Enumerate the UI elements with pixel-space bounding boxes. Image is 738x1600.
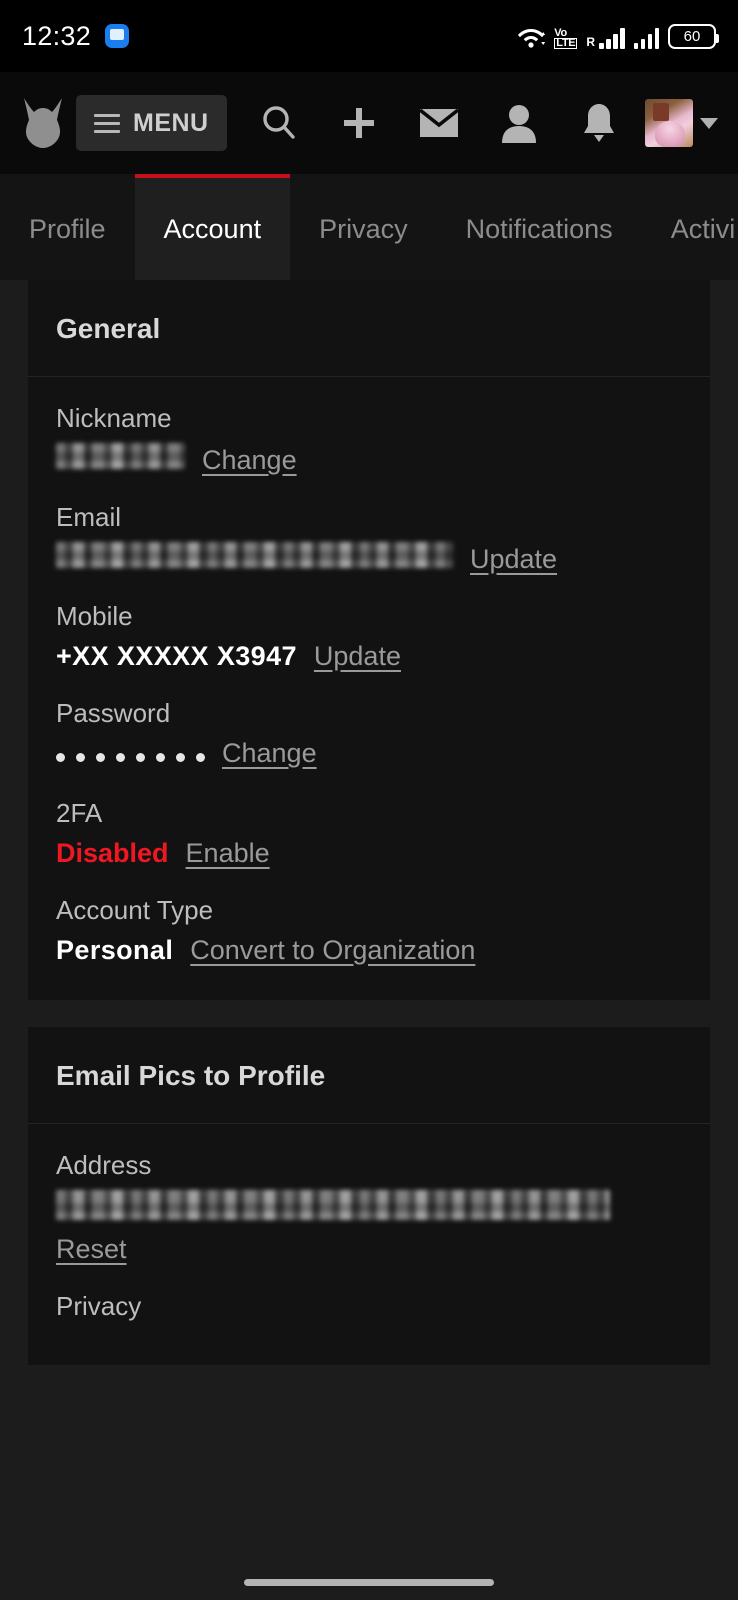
wifi-icon <box>517 25 546 49</box>
account-type-label: Account Type <box>56 894 214 925</box>
general-card-body: Nickname Change Email Update Mobile +XX … <box>28 377 710 1000</box>
tab-account[interactable]: Account <box>134 174 291 280</box>
row-password: Password Change <box>56 698 682 772</box>
row-address: Address Reset <box>56 1150 682 1265</box>
account-menu[interactable] <box>645 99 718 147</box>
row-mobile: Mobile +XX XXXXX X3947 Update <box>56 601 682 672</box>
email-pics-card-body: Address Reset Privacy <box>28 1124 710 1365</box>
row-nickname: Nickname Change <box>56 403 682 476</box>
email-label: Email <box>56 502 122 532</box>
menu-button-label: MENU <box>133 108 209 137</box>
volte-line-1: Vo <box>554 26 567 39</box>
gesture-bar[interactable] <box>244 1579 494 1586</box>
general-card-title: General <box>56 313 161 344</box>
convert-to-organization-link[interactable]: Convert to Organization <box>190 935 475 966</box>
settings-content: General Nickname Change Email Update Mob… <box>0 280 738 1600</box>
general-card: General Nickname Change Email Update Mob… <box>28 280 710 1000</box>
address-value-redacted <box>56 1189 610 1220</box>
search-icon[interactable] <box>239 93 319 153</box>
password-change-link[interactable]: Change <box>222 738 317 769</box>
battery-icon: 60 <box>668 23 719 49</box>
email-pics-card-title: Email Pics to Profile <box>56 1059 326 1091</box>
email-update-link[interactable]: Update <box>470 544 557 575</box>
battery-level: 60 <box>683 27 701 45</box>
nickname-change-link[interactable]: Change <box>202 445 297 476</box>
twofa-status-badge: Disabled <box>56 837 169 868</box>
mobile-value: +XX XXXXX X3947 <box>56 641 297 671</box>
row-privacy: Privacy <box>56 1291 682 1322</box>
tab-profile[interactable]: Profile <box>0 174 135 280</box>
menu-button[interactable]: MENU <box>76 95 227 151</box>
status-clock: 12:32 <box>22 20 92 51</box>
row-account-type: Account Type Personal Convert to Organiz… <box>56 895 682 966</box>
email-value-redacted <box>56 542 453 568</box>
signal-bars-icon-2 <box>633 27 659 49</box>
email-pics-card: Email Pics to Profile Address Reset Priv… <box>28 1026 710 1365</box>
bell-icon[interactable] <box>559 93 639 153</box>
address-label: Address <box>56 1149 152 1180</box>
password-label: Password <box>56 698 171 728</box>
roaming-indicator: R <box>586 34 595 49</box>
twofa-enable-link[interactable]: Enable <box>186 838 270 869</box>
email-pics-card-header: Email Pics to Profile <box>28 1027 710 1124</box>
nickname-label: Nickname <box>56 403 172 433</box>
status-bar: 12:32 Vo LTE R 60 <box>0 0 738 72</box>
chat-bubble-icon <box>105 24 130 48</box>
account-type-value: Personal <box>56 934 174 965</box>
plus-icon[interactable] <box>319 93 399 153</box>
mail-icon[interactable] <box>399 93 479 153</box>
sim1-signal: R <box>586 27 625 49</box>
volte-line-2: LTE <box>554 36 578 49</box>
phone-screen: 12:32 Vo LTE R 60 MENU Profile Account P… <box>0 0 738 1600</box>
volte-indicator: Vo LTE <box>554 26 578 49</box>
privacy-label: Privacy <box>56 1290 142 1321</box>
address-reset-link[interactable]: Reset <box>56 1234 127 1265</box>
tab-privacy[interactable]: Privacy <box>290 174 437 280</box>
sim2-signal <box>633 27 659 49</box>
nickname-value-redacted <box>56 443 185 469</box>
twofa-label: 2FA <box>56 797 103 828</box>
row-email: Email Update <box>56 502 682 575</box>
app-navbar: MENU <box>0 72 738 174</box>
status-icons: Vo LTE R 60 <box>517 23 719 49</box>
signal-bars-icon <box>599 27 625 49</box>
avatar[interactable] <box>645 99 693 147</box>
row-2fa: 2FA Disabled Enable <box>56 798 682 869</box>
person-icon[interactable] <box>479 93 559 153</box>
navbar-icon-group <box>239 93 645 153</box>
mobile-label: Mobile <box>56 601 133 631</box>
tab-activity[interactable]: Activi <box>642 174 738 280</box>
chevron-down-icon[interactable] <box>700 117 718 129</box>
settings-tabs[interactable]: Profile Account Privacy Notifications Ac… <box>0 174 738 280</box>
password-masked-value <box>56 744 205 772</box>
hamburger-icon <box>94 113 120 133</box>
mobile-update-link[interactable]: Update <box>314 641 401 672</box>
fetlife-logo[interactable] <box>20 96 66 150</box>
general-card-header: General <box>28 280 710 377</box>
tab-notifications[interactable]: Notifications <box>437 174 642 280</box>
